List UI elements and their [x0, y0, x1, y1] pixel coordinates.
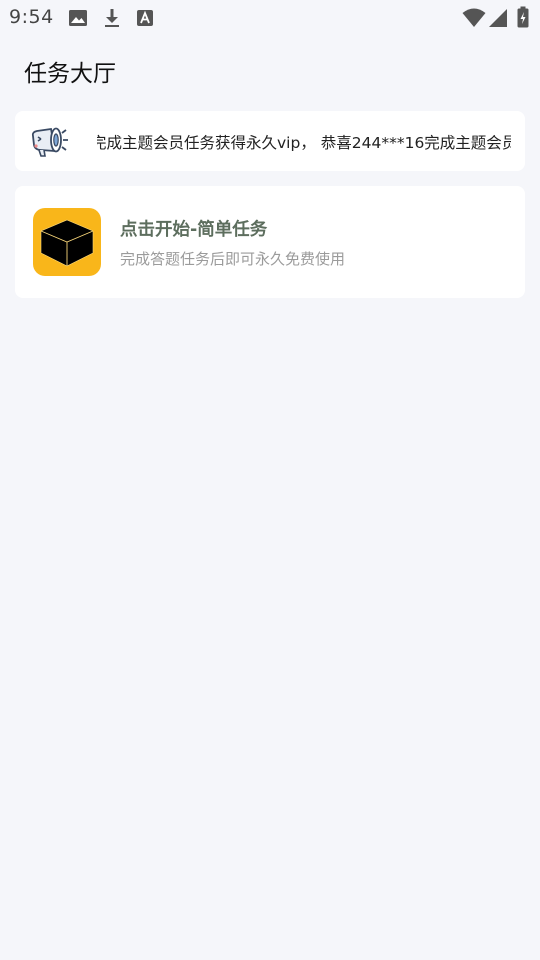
task-description: 完成答题任务后即可永久免费使用 [120, 250, 346, 268]
task-title: 点击开始-简单任务 [120, 220, 268, 240]
notice-banner[interactable]: 完成主题会员任务获得永久vip， 恭喜244***16完成主题会员任 [15, 111, 525, 171]
notice-marquee: 完成主题会员任务获得永久vip， 恭喜244***16完成主题会员任 [97, 111, 511, 171]
task-hall-screen: 9:54 任务大厅 完成主题会员任务获得永久vip， 恭喜244***16完成主… [0, 0, 540, 960]
task-logo [33, 208, 101, 276]
status-time: 9:54 [9, 6, 54, 28]
image-icon [68, 9, 88, 27]
status-bar: 9:54 [0, 0, 540, 36]
font-icon [136, 9, 154, 27]
battery-icon [517, 6, 529, 28]
download-icon [103, 8, 121, 28]
box-icon [33, 208, 101, 276]
megaphone-icon [29, 126, 71, 158]
signal-icon [488, 8, 508, 28]
task-card[interactable]: 点击开始-简单任务 完成答题任务后即可永久免费使用 [15, 186, 525, 298]
notice-text: 完成主题会员任务获得永久vip， 恭喜244***16完成主题会员任 [97, 134, 511, 152]
wifi-icon [462, 8, 486, 28]
page-title: 任务大厅 [24, 61, 116, 87]
